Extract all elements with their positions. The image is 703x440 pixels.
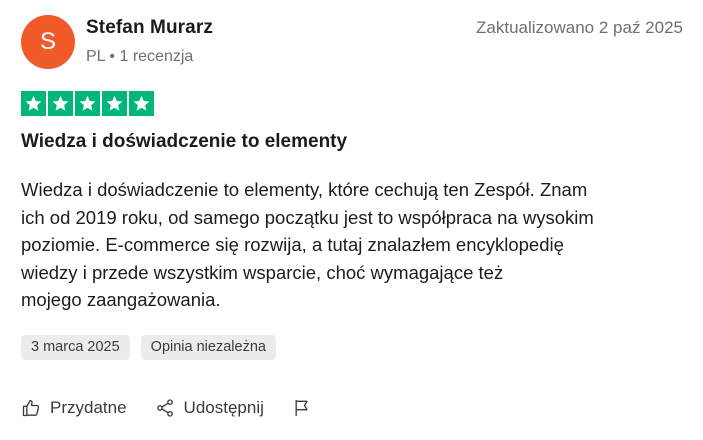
avatar-initial: S	[39, 28, 56, 55]
review-body-line: mojego zaangażowania.	[21, 289, 221, 310]
review-body-line: poziomie. E-commerce się rozwija, a tuta…	[21, 234, 564, 255]
share-icon	[155, 398, 175, 418]
experience-date-chip: 3 marca 2025	[21, 335, 130, 360]
star-rating	[21, 91, 154, 116]
star-icon	[75, 91, 100, 116]
star-icon	[102, 91, 127, 116]
review-updated-date: Zaktualizowano 2 paź 2025	[476, 18, 683, 37]
star-icon	[48, 91, 73, 116]
report-button[interactable]	[292, 398, 312, 418]
review-body-line: wiedzy i przede wszystkim wsparcie, choć…	[21, 261, 504, 283]
independent-review-badge[interactable]: Opinia niezależna	[140, 335, 276, 360]
reviewer-meta: PL • 1 recenzja	[86, 48, 194, 65]
flag-icon	[292, 398, 312, 418]
review-actions: Przydatne Udostępnij	[21, 398, 312, 418]
review-tags: 3 marca 2025 Opinia niezależna	[21, 335, 276, 360]
star-icon	[21, 91, 46, 116]
review-card: S Stefan Murarz PL • 1 recenzja Zaktuali…	[0, 0, 703, 440]
review-body-line: Wiedza i doświadczenie to elementy, któr…	[21, 179, 588, 200]
share-button[interactable]: Udostępnij	[155, 398, 264, 418]
star-icon	[129, 91, 154, 116]
review-body-line: ich od 2019 roku, od samego początku jes…	[21, 206, 594, 228]
helpful-label: Przydatne	[50, 398, 127, 417]
thumbs-up-icon	[21, 398, 41, 418]
share-label: Udostępnij	[183, 398, 264, 417]
review-body: Wiedza i doświadczenie to elementy, któr…	[21, 176, 681, 314]
helpful-button[interactable]: Przydatne	[21, 398, 127, 418]
avatar[interactable]: S	[21, 15, 75, 69]
review-title: Wiedza i doświadczenie to elementy	[21, 131, 348, 152]
reviewer-name[interactable]: Stefan Murarz	[86, 17, 213, 39]
